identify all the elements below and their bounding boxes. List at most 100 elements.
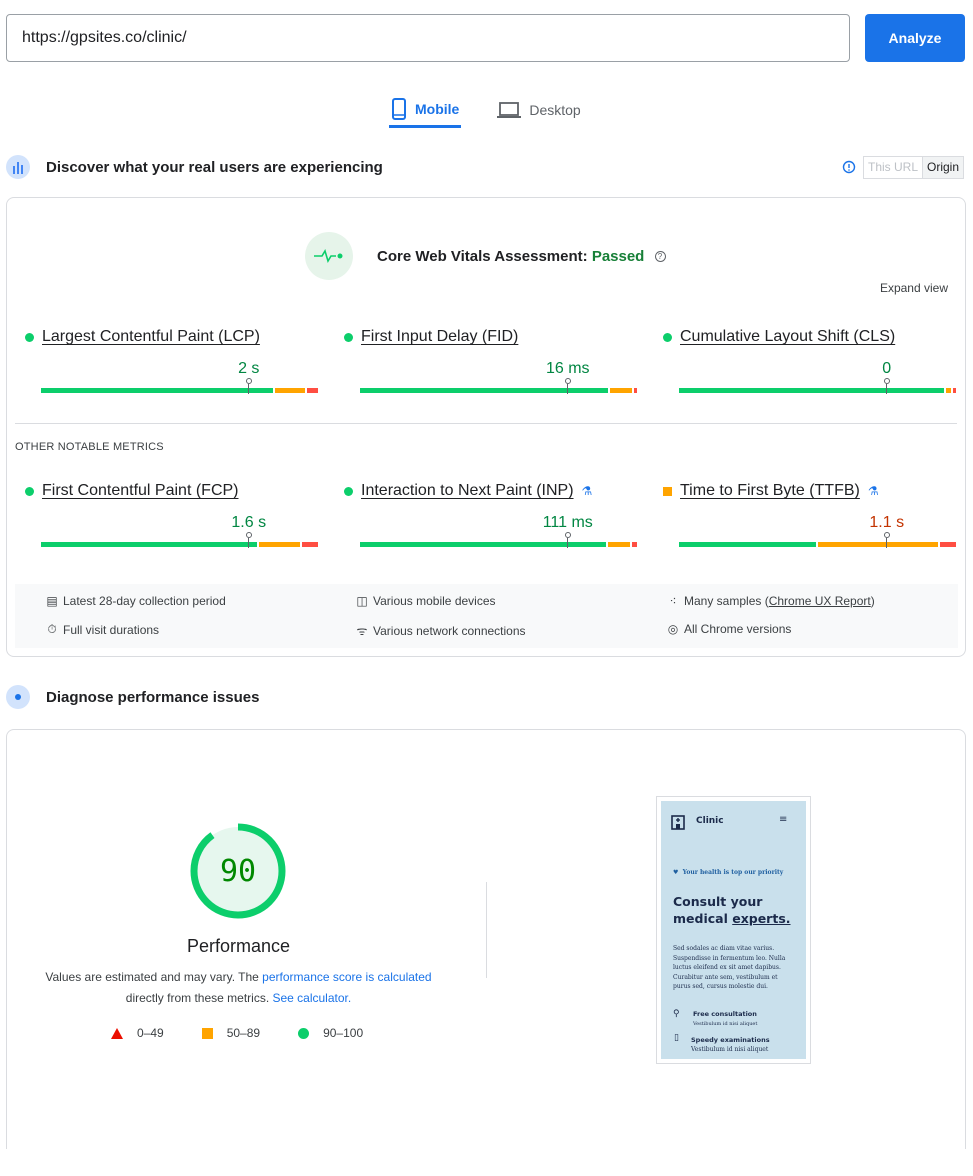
metric-name-link[interactable]: Largest Contentful Paint (LCP) [42,328,260,346]
help-icon[interactable]: ? [654,251,666,263]
metric-fcp: First Contentful Paint (FCP) 1.6 s [25,482,320,552]
lab-data-header: Diagnose performance issues [6,685,259,709]
network-icon: ᯤ [356,624,368,638]
experimental-flask-icon[interactable]: ⚗ [868,484,879,498]
experimental-flask-icon[interactable]: ⚗ [582,484,593,498]
info-item: ▤ Latest 28-day collection period [45,594,226,608]
see-calculator-link[interactable]: See calculator. [272,991,351,1005]
metric-value: 111 ms [542,514,593,531]
origin-option[interactable]: Origin [922,157,964,178]
metric-lcp: Largest Contentful Paint (LCP) 2 s [25,328,320,398]
status-indicator [663,486,672,496]
pulse-icon [305,232,353,280]
metric-value: 1.1 s [869,514,905,531]
tab-label: Mobile [415,100,460,117]
info-text: Various mobile devices [373,594,496,608]
triangle-icon [111,1027,123,1039]
section-title: Diagnose performance issues [46,688,260,706]
distribution-bar [360,388,638,393]
other-metrics-label: OTHER NOTABLE METRICS [15,441,164,453]
assessment-label: Core Web Vitals Assessment: [377,247,588,265]
lab-data-card: 90 Performance Values are estimated and … [6,729,966,1149]
device-tabs: Mobile Desktop [389,92,583,128]
section-title: Discover what your real users are experi… [46,158,383,176]
poor-segment [301,542,318,547]
tab-desktop[interactable]: Desktop [495,92,582,128]
p75-marker [883,378,890,394]
info-item: ◫ Various mobile devices [355,594,496,608]
info-text: Many samples ( [684,594,769,608]
metric-name-link[interactable]: Time to First Byte (TTFB) [680,482,860,500]
calendar-icon: ▤ [46,594,58,608]
metric-value: 1.6 s [231,514,267,531]
consultation-icon: ⚲ [673,1009,680,1019]
legend-average: 50–89 [201,1026,260,1040]
good-segment [41,388,273,393]
metric-name-link[interactable]: Interaction to Next Paint (INP) [361,482,574,500]
status-indicator [25,486,34,496]
poor-segment [939,542,956,547]
poor-segment [634,388,638,393]
divider [15,423,957,424]
distribution-bar [360,542,637,547]
timer-icon: ⏱ [47,622,57,636]
metric-fid: First Input Delay (FID) 16 ms [344,328,639,398]
info-icon[interactable] [842,160,856,174]
status-indicator [25,332,34,342]
p75-marker [564,532,571,548]
info-item: ⏱ Full visit durations [45,622,159,637]
needs-improvement-segment [274,388,305,393]
chrome-icon: ◎ [667,622,679,636]
url-input[interactable] [6,14,850,62]
performance-score: 90 [219,853,257,889]
distribution-bar [679,542,956,547]
needs-improvement-segment [258,542,300,547]
samples-icon: ⁖ [669,594,677,608]
score-note: Values are estimated and may vary. The p… [45,970,432,1005]
needs-improvement-segment [607,542,630,547]
p75-marker [245,378,252,394]
metric-inp: Interaction to Next Paint (INP) ⚗ 111 ms [344,482,639,552]
clipboard-icon: ▯ [674,1033,679,1043]
score-legend: 0–49 50–89 90–100 [111,1026,401,1040]
users-icon [6,155,30,179]
field-data-header: Discover what your real users are experi… [6,155,383,179]
metric-name-link[interactable]: Cumulative Layout Shift (CLS) [680,328,895,346]
metric-value: 2 s [238,360,260,377]
this-url-option[interactable]: This URL [864,157,922,178]
info-text: Full visit durations [63,622,160,637]
site-headline: Consult your medical experts. [673,894,791,926]
info-item: ⁖ Many samples (Chrome UX Report) [666,594,874,608]
status-indicator [344,332,353,342]
info-item: ◎ All Chrome versions [666,622,792,636]
divider [486,882,487,978]
site-body: Sed sodales ac diam vitae varius. Suspen… [673,945,786,990]
expand-view-button[interactable]: Expand view [880,281,948,295]
analyze-button[interactable]: Analyze [865,14,965,62]
tab-label: Desktop [529,102,581,118]
p75-marker [883,532,890,548]
distribution-bar [41,542,318,547]
info-text: Latest 28-day collection period [63,594,226,608]
circle-icon [298,1027,310,1039]
p75-marker [245,532,252,548]
status-indicator [663,332,672,342]
needs-improvement-segment [610,388,633,393]
legend-good: 90–100 [298,1026,363,1040]
metric-name-link[interactable]: First Contentful Paint (FCP) [42,482,239,500]
diagnose-icon [6,685,30,709]
devices-icon: ◫ [356,594,368,608]
menu-icon: ≡ [779,814,788,825]
assessment-status: Passed [591,247,645,265]
score-calculated-link[interactable]: performance score is calculated [262,970,431,984]
needs-improvement-segment [945,388,952,393]
chrome-ux-report-link[interactable]: Chrome UX Report [769,594,871,608]
metric-name-link[interactable]: First Input Delay (FID) [361,328,518,346]
poor-segment [631,542,637,547]
legend-poor: 0–49 [111,1026,164,1040]
tab-mobile[interactable]: Mobile [389,92,462,128]
field-data-card: Core Web Vitals Assessment: Passed ? Exp… [6,197,966,657]
laptop-icon [497,102,522,118]
page-screenshot: Clinic ≡ ♥ Your health is top our priori… [656,796,811,1064]
feature-title: Speedy examinations [691,1036,770,1044]
